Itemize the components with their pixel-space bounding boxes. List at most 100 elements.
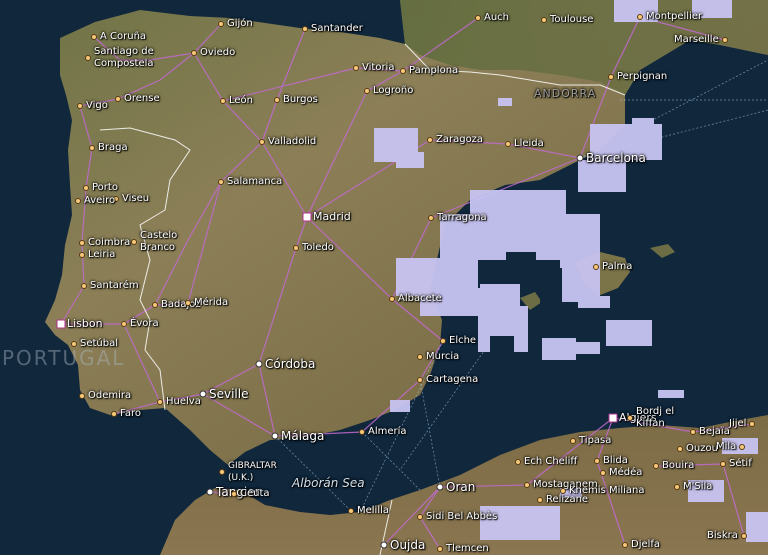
place-marker-huelva[interactable] [157,399,163,405]
place-label-auch[interactable]: Auch [484,12,509,24]
place-label-almer-a[interactable]: Almería [368,426,407,438]
place-label-toulouse[interactable]: Toulouse [550,14,593,26]
place-label-a-coru-a[interactable]: A Coruña [100,31,146,43]
place-marker-mila[interactable] [739,444,745,450]
place-label-biskra[interactable]: Biskra [707,530,738,542]
place-marker-toledo[interactable] [293,245,299,251]
place-marker-faro[interactable] [111,411,117,417]
place-label-beja-a[interactable]: Bejaïa [699,426,730,438]
place-marker-porto[interactable] [83,185,89,191]
place-label-gibraltar-u-k[interactable]: GIBRALTAR (U.K.) [228,460,277,484]
place-marker-gibraltar-u-k[interactable] [219,469,225,475]
place-marker-castelo-branco[interactable] [131,239,137,245]
place-label-relizane[interactable]: Relizane [546,494,588,506]
place-marker-c-rdoba[interactable] [255,360,263,368]
place-marker-melilla[interactable] [348,508,354,514]
place-label-santar-m[interactable]: Santarém [90,280,139,292]
place-marker-oujda[interactable] [380,541,388,549]
place-label-djelfa[interactable]: Djelfa [631,539,660,551]
place-marker-jijel[interactable] [749,421,755,427]
place-label-vora[interactable]: Évora [130,318,159,330]
place-marker-vigo[interactable] [77,103,83,109]
place-label-barcelona[interactable]: Barcelona [586,152,646,164]
place-label-burgos[interactable]: Burgos [283,94,318,106]
place-label-castelo-branco[interactable]: Castelo Branco [140,230,177,254]
place-marker-oviedo[interactable] [191,50,197,56]
place-marker-pamplona[interactable] [400,68,406,74]
place-marker-santiago-de-compostela[interactable] [85,55,91,61]
place-label-valladolid[interactable]: Valladolid [268,136,316,148]
place-marker-m-rida[interactable] [185,300,191,306]
place-label-oujda[interactable]: Oujda [390,539,425,551]
place-label-leiria[interactable]: Leiria [88,249,115,261]
place-label-murcia[interactable]: Murcia [426,351,459,363]
place-label-odemira[interactable]: Odemira [88,390,131,402]
place-label-seville[interactable]: Seville [209,388,249,400]
place-label-zaragoza[interactable]: Zaragoza [436,134,483,146]
place-marker-ech-cheliff[interactable] [515,459,521,465]
place-marker-gij-n[interactable] [218,21,224,27]
place-marker-a-coru-a[interactable] [91,34,97,40]
place-label-oran[interactable]: Oran [446,481,475,493]
place-marker-salamanca[interactable] [218,179,224,185]
place-label-bordj-el-kiffan[interactable]: Bordj el Kiffan [636,406,674,430]
place-marker-sidi-bel-abb-s[interactable] [417,514,423,520]
place-marker-zaragoza[interactable] [427,137,433,143]
place-marker-burgos[interactable] [274,97,280,103]
place-label-s-tif[interactable]: Sétif [729,458,752,470]
place-label-braga[interactable]: Braga [98,142,128,154]
place-label-set-bal[interactable]: Setúbal [80,338,118,350]
place-marker-blida[interactable] [594,458,600,464]
place-label-orense[interactable]: Orense [124,93,160,105]
place-label-vitoria[interactable]: Vitoria [362,62,394,74]
place-marker-leiria[interactable] [79,252,85,258]
place-marker-m-laga[interactable] [271,432,279,440]
place-marker-elche[interactable] [440,338,446,344]
place-label-logro-o[interactable]: Logroño [373,85,413,97]
place-marker-valladolid[interactable] [259,139,265,145]
place-label-mila[interactable]: Mila [716,441,736,453]
place-label-montpellier[interactable]: Montpellier [646,11,702,23]
place-label-salamanca[interactable]: Salamanca [227,176,282,188]
place-label-viseu[interactable]: Viseu [122,193,149,205]
place-label-tlemcen[interactable]: Tlemcen [446,543,489,555]
place-marker-relizane[interactable] [537,497,543,503]
place-label-melilla[interactable]: Melilla [357,505,389,517]
place-marker-madrid[interactable] [302,212,312,222]
place-label-blida[interactable]: Blida [603,455,628,467]
place-label-toledo[interactable]: Toledo [302,242,334,254]
place-label-pamplona[interactable]: Pamplona [409,65,458,77]
place-label-tipasa[interactable]: Tipasa [579,435,611,447]
place-marker-palma[interactable] [593,264,599,270]
place-marker-murcia[interactable] [417,354,423,360]
place-marker-albacete[interactable] [389,296,395,302]
place-marker-aveiro[interactable] [75,198,81,204]
place-label-vigo[interactable]: Vigo [86,100,108,112]
place-label-bouira[interactable]: Bouira [662,460,694,472]
place-marker-almer-a[interactable] [359,429,365,435]
place-marker-m-sila[interactable] [674,484,680,490]
place-label-santander[interactable]: Santander [311,23,363,35]
place-marker-santar-m[interactable] [81,283,87,289]
place-label-faro[interactable]: Faro [120,408,141,420]
place-label-m-rida[interactable]: Mérida [194,297,228,309]
place-marker-beja-a[interactable] [690,429,696,435]
place-label-elche[interactable]: Elche [449,335,476,347]
place-label-coimbra[interactable]: Coimbra [88,237,130,249]
place-label-aveiro[interactable]: Aveiro [84,195,115,207]
place-label-jijel[interactable]: Jijel [729,418,746,430]
place-marker-oran[interactable] [436,483,444,491]
place-marker-bordj-el-kiffan[interactable] [627,415,633,421]
place-label-albacete[interactable]: Albacete [398,293,442,305]
place-label-perpignan[interactable]: Perpignan [617,71,667,83]
place-marker-s-tif[interactable] [720,461,726,467]
place-marker-tangier[interactable] [206,488,214,496]
place-label-marseille[interactable]: Marseille [674,34,719,46]
place-marker-montpellier[interactable] [637,14,643,20]
place-marker-odemira[interactable] [79,393,85,399]
map-view[interactable]: ANDORRA PORTUGAL Alborán Sea A Coruña Gijón S… [0,0,768,555]
place-label-lleida[interactable]: Lleida [514,138,544,150]
place-marker-logro-o[interactable] [364,88,370,94]
place-marker-tlemcen[interactable] [437,546,443,552]
place-label-ceuta[interactable]: Ceuta [240,488,270,500]
